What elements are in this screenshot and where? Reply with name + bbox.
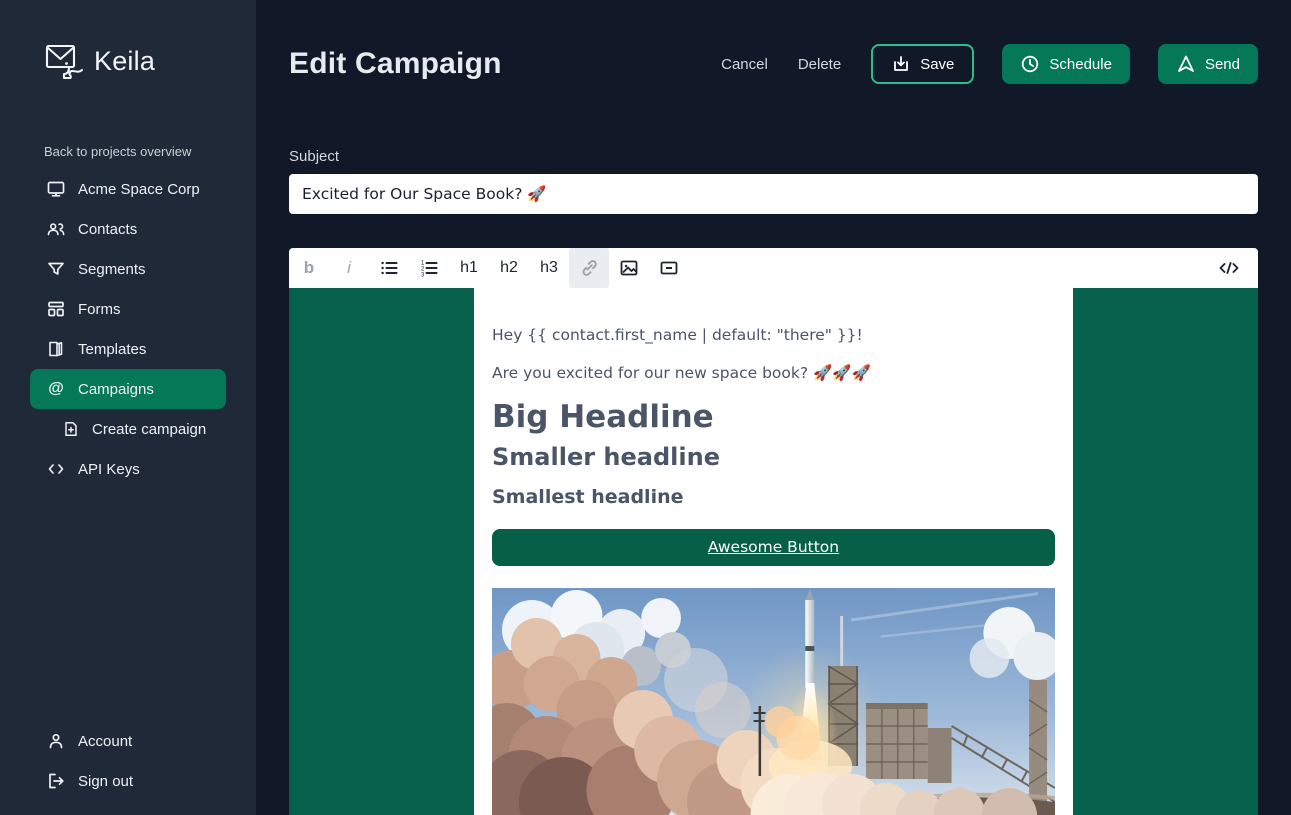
heading-1-button[interactable]: h1: [449, 248, 489, 288]
code-icon: [1218, 258, 1240, 278]
save-icon: [891, 54, 911, 74]
ordered-list-button[interactable]: 1 2 3: [409, 248, 449, 288]
sidebar-item-label: Create campaign: [92, 420, 207, 438]
email-editor-canvas: Hey {{ contact.first_name | default: "th…: [289, 288, 1258, 815]
clock-icon: [1020, 54, 1040, 74]
italic-button[interactable]: i: [329, 248, 369, 288]
link-button[interactable]: [569, 248, 609, 288]
sidebar-item-create-campaign[interactable]: Create campaign: [30, 409, 226, 449]
sidebar-nav: Acme Space Corp Contacts Segments Forms …: [0, 169, 256, 489]
insert-image-button[interactable]: [609, 248, 649, 288]
funnel-icon: [47, 260, 65, 278]
horizontal-rule-icon: [659, 258, 679, 278]
subject-label: Subject: [289, 148, 340, 165]
send-button[interactable]: Send: [1157, 44, 1258, 84]
save-button[interactable]: Save: [871, 44, 975, 84]
delete-button[interactable]: Delete: [794, 54, 845, 75]
sidebar-item-segments[interactable]: Segments: [30, 249, 226, 289]
sidebar-item-label: Sign out: [78, 772, 134, 790]
bullet-list-button[interactable]: [369, 248, 409, 288]
sidebar-item-label: Acme Space Corp: [78, 180, 200, 198]
header-actions: Cancel Delete Save Schedule Send: [717, 44, 1258, 84]
bullet-list-icon: [379, 258, 399, 278]
logout-icon: [47, 772, 65, 790]
sidebar-item-label: Segments: [78, 260, 146, 278]
sidebar-item-label: API Keys: [78, 460, 140, 478]
keila-envelope-elephant-icon: [44, 40, 84, 82]
sidebar-item-account[interactable]: Account: [30, 721, 226, 761]
code-icon: [47, 460, 65, 478]
sidebar-item-label: Campaigns: [78, 380, 154, 398]
photo-rocket: [805, 588, 815, 688]
editor-toolbar: b i 1 2 3 h1 h2 h3: [289, 248, 1258, 288]
sidebar-item-label: Templates: [78, 340, 147, 358]
app-title: Keila: [94, 45, 156, 76]
layout-icon: [47, 300, 65, 318]
email-headline-2[interactable]: Smaller headline: [492, 444, 1055, 470]
keila-logo: Keila: [44, 40, 256, 82]
back-to-projects-link[interactable]: Back to projects overview: [44, 144, 212, 159]
contacts-icon: [47, 220, 65, 238]
heading-2-button[interactable]: h2: [489, 248, 529, 288]
page-title: Edit Campaign: [289, 47, 502, 80]
subject-field-group: Subject: [289, 148, 1258, 214]
sidebar-item-label: Account: [78, 732, 133, 750]
app-window: Keila Back to projects overview Acme Spa…: [0, 0, 1291, 815]
main-content: Edit Campaign Cancel Delete Save Schedul…: [256, 0, 1291, 815]
sidebar-item-sign-out[interactable]: Sign out: [30, 761, 226, 801]
email-cta-button[interactable]: Awesome Button: [492, 528, 1055, 566]
cancel-button[interactable]: Cancel: [717, 54, 772, 75]
ordered-list-icon: 1 2 3: [419, 258, 439, 278]
sidebar-bottom-nav: Account Sign out: [0, 721, 256, 801]
image-icon: [619, 258, 639, 278]
sidebar-item-forms[interactable]: Forms: [30, 289, 226, 329]
sidebar-item-campaigns[interactable]: @ Campaigns: [30, 369, 226, 409]
link-icon: [579, 258, 599, 278]
horizontal-rule-button[interactable]: [649, 248, 689, 288]
bold-button[interactable]: b: [289, 248, 329, 288]
send-plane-icon: [1176, 54, 1196, 74]
email-greeting-paragraph[interactable]: Hey {{ contact.first_name | default: "th…: [492, 326, 1055, 345]
email-intro-paragraph[interactable]: Are you excited for our new space book? …: [492, 364, 1055, 383]
html-source-button[interactable]: [1209, 248, 1249, 288]
sidebar-item-templates[interactable]: Templates: [30, 329, 226, 369]
at-sign-icon: @: [48, 380, 64, 397]
sidebar-item-contacts[interactable]: Contacts: [30, 209, 226, 249]
schedule-button[interactable]: Schedule: [1002, 44, 1130, 84]
template-icon: [47, 340, 65, 358]
user-icon: [47, 732, 65, 750]
email-body[interactable]: Hey {{ contact.first_name | default: "th…: [474, 288, 1073, 815]
sidebar-item-project[interactable]: Acme Space Corp: [30, 169, 226, 209]
sidebar: Keila Back to projects overview Acme Spa…: [0, 0, 256, 815]
page-header: Edit Campaign Cancel Delete Save Schedul…: [289, 40, 1258, 88]
monitor-icon: [47, 180, 65, 198]
email-headline-1[interactable]: Big Headline: [492, 401, 1055, 434]
file-plus-icon: [63, 421, 79, 437]
rocket-launch-image[interactable]: [492, 587, 1055, 815]
email-headline-3[interactable]: Smallest headline: [492, 487, 1055, 508]
sidebar-item-api-keys[interactable]: API Keys: [30, 449, 226, 489]
svg-text:3: 3: [421, 273, 425, 278]
subject-input[interactable]: [289, 174, 1258, 214]
heading-3-button[interactable]: h3: [529, 248, 569, 288]
sidebar-item-label: Forms: [78, 300, 121, 318]
sidebar-item-label: Contacts: [78, 220, 138, 238]
